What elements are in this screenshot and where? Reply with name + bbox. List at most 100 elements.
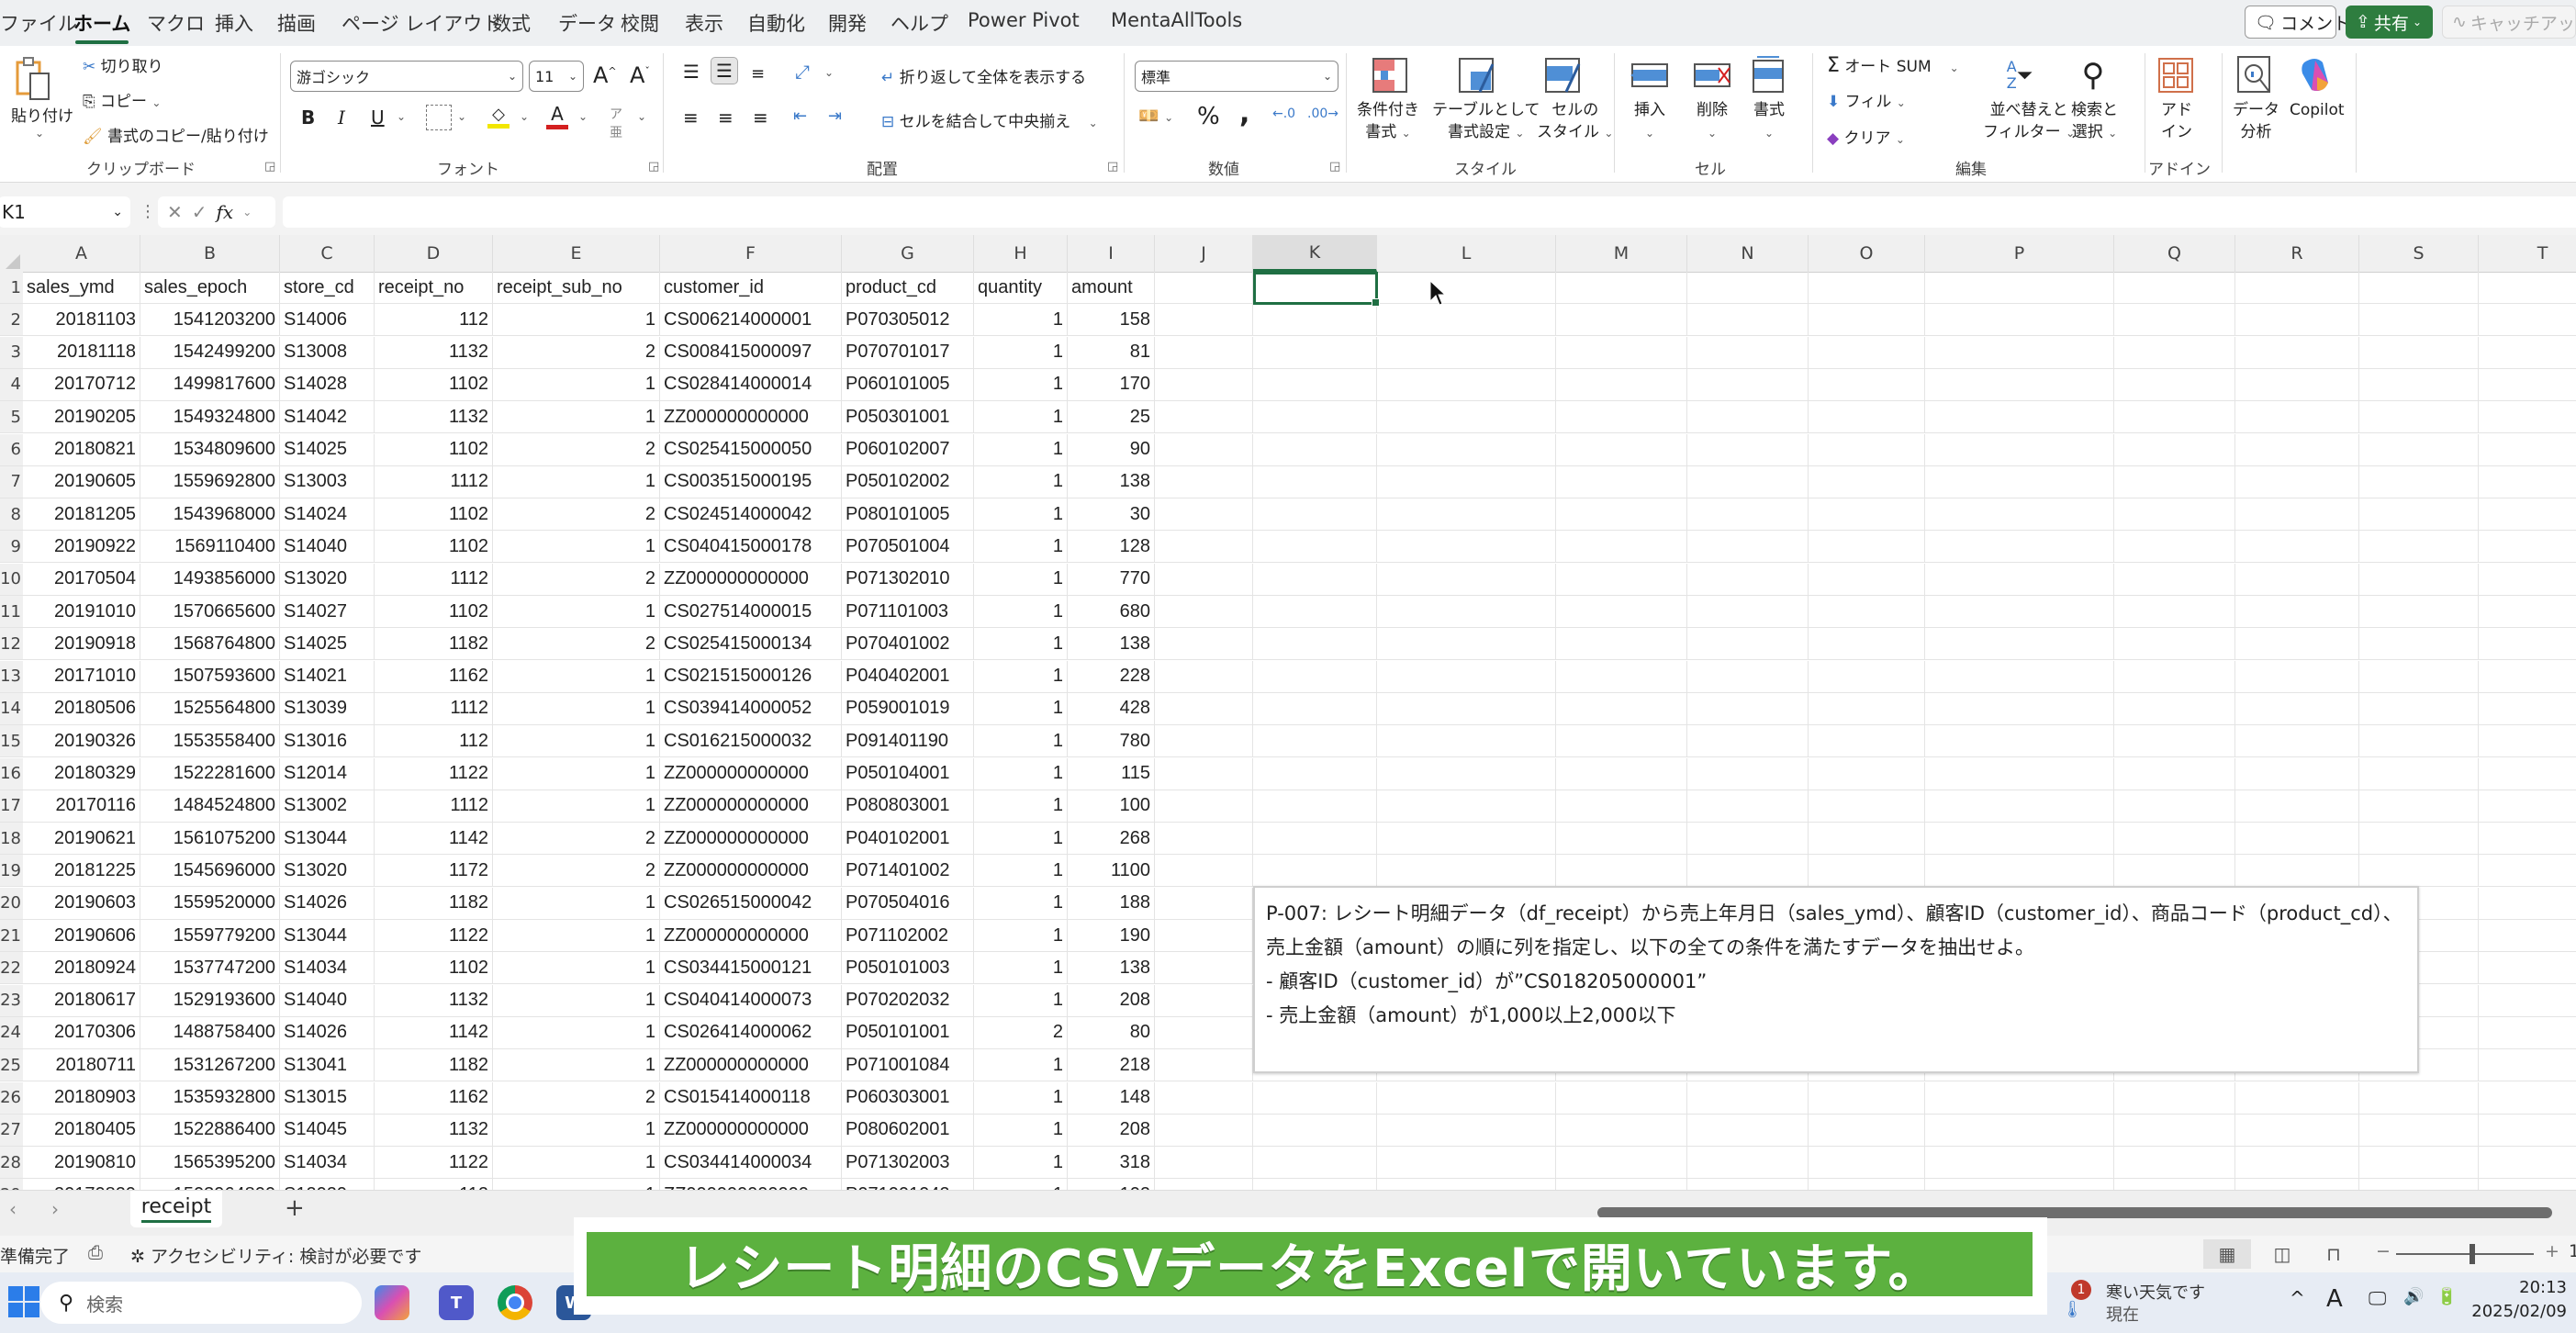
cell-P11[interactable] <box>1925 596 2114 627</box>
cell-D25[interactable]: 1182 <box>375 1049 493 1081</box>
cell-G26[interactable]: P060303001 <box>842 1081 974 1114</box>
show-hidden-icons[interactable]: ^ <box>2290 1287 2305 1309</box>
cell-O28[interactable] <box>1809 1147 1925 1179</box>
cell-O13[interactable] <box>1809 660 1925 692</box>
cell-K12[interactable] <box>1253 628 1377 660</box>
zoom-in-button[interactable]: + <box>2545 1241 2559 1261</box>
cell-I11[interactable]: 680 <box>1068 596 1155 627</box>
cell-R18[interactable] <box>2235 823 2359 855</box>
cell-E5[interactable]: 1 <box>493 401 660 433</box>
cell-E6[interactable]: 2 <box>493 433 660 465</box>
phonetic-icon[interactable]: ア亜 <box>610 105 622 141</box>
cell-F4[interactable]: CS028414000014 <box>660 368 842 400</box>
cell-S12[interactable] <box>2359 628 2479 660</box>
row-header[interactable]: 20 <box>0 887 23 919</box>
cell-O12[interactable] <box>1809 628 1925 660</box>
cell-B20[interactable]: 1559520000 <box>140 887 280 919</box>
cell-H2[interactable]: 1 <box>974 304 1068 336</box>
shrink-font-button[interactable]: Aˇ <box>630 62 650 88</box>
cell-P3[interactable] <box>1925 336 2114 368</box>
cell-S2[interactable] <box>2359 304 2479 336</box>
cell-I25[interactable]: 218 <box>1068 1049 1155 1081</box>
cell-C10[interactable]: S13020 <box>280 563 375 595</box>
cell-Q5[interactable] <box>2114 401 2235 433</box>
insert-function-icon[interactable]: fx <box>217 201 234 223</box>
cell-S27[interactable] <box>2359 1114 2479 1146</box>
cell-F15[interactable]: CS016215000032 <box>660 725 842 757</box>
cell-D17[interactable]: 1112 <box>375 790 493 822</box>
column-header-L[interactable]: L <box>1377 235 1556 272</box>
cell-L19[interactable] <box>1377 855 1556 887</box>
cell-H14[interactable]: 1 <box>974 692 1068 724</box>
cell-E15[interactable]: 1 <box>493 725 660 757</box>
cell-O2[interactable] <box>1809 304 1925 336</box>
cell-R6[interactable] <box>2235 433 2359 465</box>
cell-L1[interactable] <box>1377 272 1556 303</box>
cell-H21[interactable]: 1 <box>974 920 1068 951</box>
cell-B15[interactable]: 1553558400 <box>140 725 280 757</box>
cell-J23[interactable] <box>1155 984 1253 1016</box>
cell-K8[interactable] <box>1253 498 1377 531</box>
cell-N14[interactable] <box>1687 692 1809 724</box>
cell-S15[interactable] <box>2359 725 2479 757</box>
cell-O26[interactable] <box>1809 1081 1925 1114</box>
cell-A20[interactable]: 20190603 <box>23 887 140 919</box>
align-bottom-button[interactable]: ≡ <box>751 64 765 84</box>
cell-G29[interactable]: P071001042 <box>842 1179 974 1190</box>
cell-D27[interactable]: 1132 <box>375 1114 493 1146</box>
cell-B10[interactable]: 1493856000 <box>140 563 280 595</box>
cell-P28[interactable] <box>1925 1147 2114 1179</box>
cell-N2[interactable] <box>1687 304 1809 336</box>
increase-indent-button[interactable]: ⇥ <box>828 106 842 126</box>
cell-D4[interactable]: 1102 <box>375 368 493 400</box>
cell-N18[interactable] <box>1687 823 1809 855</box>
cell-E21[interactable]: 1 <box>493 920 660 951</box>
cell-J21[interactable] <box>1155 920 1253 951</box>
cell-L3[interactable] <box>1377 336 1556 368</box>
cell-C17[interactable]: S13002 <box>280 790 375 822</box>
underline-button[interactable]: U <box>371 106 385 129</box>
cell-Q4[interactable] <box>2114 368 2235 400</box>
cell-I4[interactable]: 170 <box>1068 368 1155 400</box>
cell-L8[interactable] <box>1377 498 1556 531</box>
align-right-button[interactable]: ≡ <box>753 106 768 129</box>
cell-E4[interactable]: 1 <box>493 368 660 400</box>
cell-A4[interactable]: 20170712 <box>23 368 140 400</box>
cell-E27[interactable]: 1 <box>493 1114 660 1146</box>
cell-B1[interactable]: sales_epoch <box>140 272 280 303</box>
cell-J10[interactable] <box>1155 563 1253 595</box>
cell-H19[interactable]: 1 <box>974 855 1068 887</box>
cell-S1[interactable] <box>2359 272 2479 303</box>
cell-H25[interactable]: 1 <box>974 1049 1068 1081</box>
cell-C27[interactable]: S14045 <box>280 1114 375 1146</box>
format-painter-button[interactable]: 🖌 書式のコピー/貼り付け <box>83 123 269 146</box>
cell-F29[interactable]: ZZ000000000000 <box>660 1179 842 1190</box>
row-header[interactable]: 15 <box>0 725 23 757</box>
cell-L12[interactable] <box>1377 628 1556 660</box>
cell-F28[interactable]: CS034414000034 <box>660 1147 842 1179</box>
cell-Q19[interactable] <box>2114 855 2235 887</box>
borders-icon[interactable] <box>426 105 452 130</box>
cell-F6[interactable]: CS025415000050 <box>660 433 842 465</box>
cell-R2[interactable] <box>2235 304 2359 336</box>
cell-C8[interactable]: S14024 <box>280 498 375 531</box>
menu-tab-13[interactable]: Power Pivot <box>968 9 1080 31</box>
cell-C29[interactable]: S12029 <box>280 1179 375 1190</box>
cell-F27[interactable]: ZZ000000000000 <box>660 1114 842 1146</box>
underline-dropdown[interactable]: ⌄ <box>397 110 406 123</box>
cell-G28[interactable]: P071302003 <box>842 1147 974 1179</box>
cell-C13[interactable]: S14021 <box>280 660 375 692</box>
cell-R11[interactable] <box>2235 596 2359 627</box>
cell-O8[interactable] <box>1809 498 1925 531</box>
cell-Q27[interactable] <box>2114 1114 2235 1146</box>
cell-R10[interactable] <box>2235 563 2359 595</box>
cell-Q29[interactable] <box>2114 1179 2235 1190</box>
cell-T25[interactable] <box>2479 1049 2576 1081</box>
cell-E1[interactable]: receipt_sub_no <box>493 272 660 303</box>
cell-S7[interactable] <box>2359 465 2479 498</box>
page-break-view-button[interactable]: ⊓ <box>2310 1239 2358 1269</box>
column-header-H[interactable]: H <box>974 235 1068 272</box>
cell-L29[interactable] <box>1377 1179 1556 1190</box>
column-header-C[interactable]: C <box>280 235 375 272</box>
cell-O15[interactable] <box>1809 725 1925 757</box>
